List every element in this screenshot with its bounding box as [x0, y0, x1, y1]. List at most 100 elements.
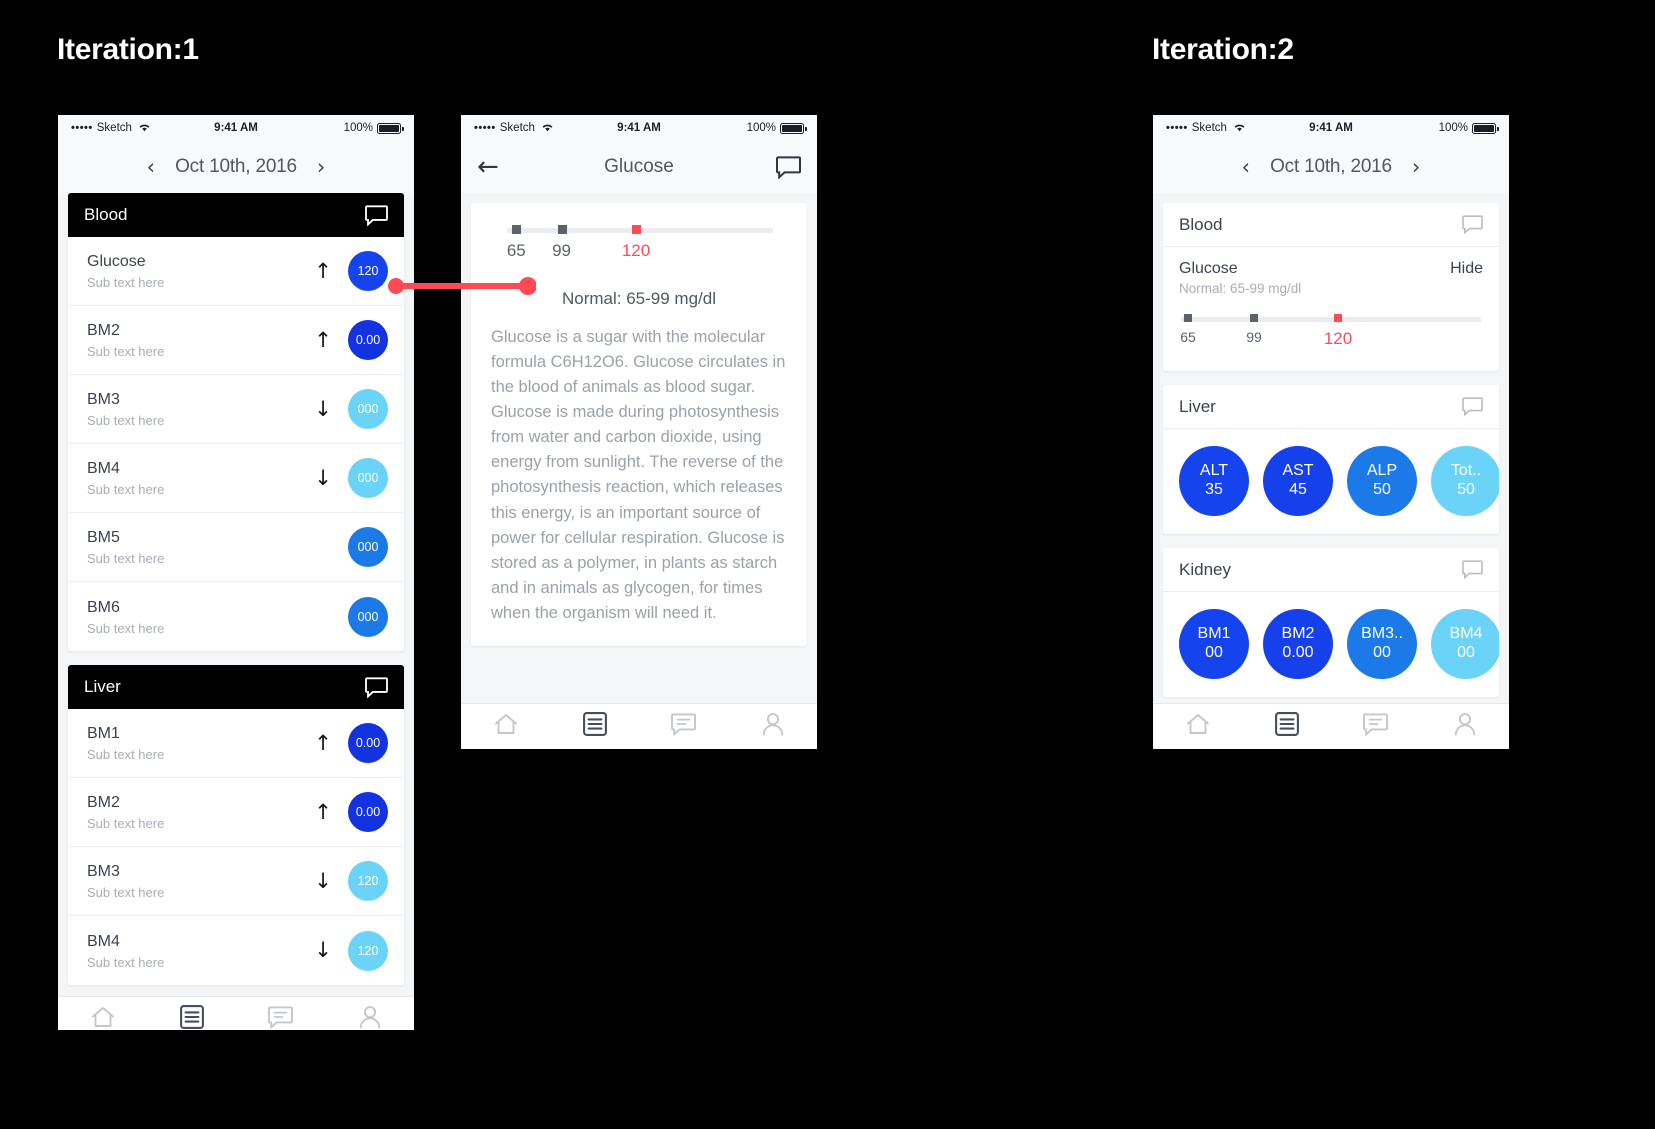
- chat-icon: [1363, 712, 1388, 741]
- value-badge[interactable]: 000: [348, 389, 388, 429]
- bottom-tab-bar[interactable]: [58, 996, 414, 1030]
- value-badge[interactable]: 0.00: [348, 320, 388, 360]
- bubble-row[interactable]: BM1 00 BM2 0.00 BM3.. 00 BM4 00: [1179, 605, 1499, 681]
- prev-day-button[interactable]: ‹: [147, 156, 155, 178]
- trend-up-icon: ↑: [314, 799, 332, 824]
- biomarker-bubble[interactable]: BM2 0.00: [1263, 609, 1333, 679]
- table-row[interactable]: Glucose Sub text here ↑ 120: [68, 237, 404, 306]
- back-arrow-icon[interactable]: ←: [477, 154, 499, 180]
- tab-chat[interactable]: [1331, 712, 1420, 741]
- glucose-badge[interactable]: 120: [348, 251, 388, 291]
- tab-person[interactable]: [325, 1005, 414, 1030]
- tab-home[interactable]: [58, 1005, 147, 1030]
- value-badge[interactable]: 0.00: [348, 723, 388, 763]
- table-row[interactable]: BM3 Sub text here ↓ 120: [68, 847, 404, 916]
- tab-chat[interactable]: [236, 1005, 325, 1031]
- signal-dots-icon: •••••: [71, 122, 93, 134]
- group-header-blood[interactable]: Blood: [68, 193, 404, 237]
- next-day-button[interactable]: ›: [1412, 156, 1420, 178]
- table-row[interactable]: BM6Sub text here↑000: [68, 582, 404, 651]
- bottom-tab-bar[interactable]: [461, 703, 817, 749]
- row-subtext: Sub text here: [87, 816, 165, 831]
- table-row[interactable]: BM5Sub text here↑000: [68, 513, 404, 582]
- card-body: BM1 00 BM2 0.00 BM3.. 00 BM4 00: [1163, 592, 1499, 697]
- bubble-name: BM4: [1449, 625, 1483, 643]
- biomarker-bubble[interactable]: BM3.. 00: [1347, 609, 1417, 679]
- meter-tick-120: [1334, 314, 1342, 322]
- row-texts: BM3 Sub text here: [87, 390, 310, 428]
- meter-tick-99: [557, 225, 567, 234]
- row-title: BM6: [87, 598, 120, 616]
- detail-scroll-area[interactable]: 65 99 120 Normal: 65-99 mg/dl Glucose is a…: [461, 193, 817, 703]
- status-bar: ••••• Sketch 9:41 AM 100%: [461, 115, 817, 141]
- current-date-label[interactable]: Oct 10th, 2016: [175, 156, 297, 178]
- tab-list[interactable]: [1242, 712, 1331, 741]
- tab-list[interactable]: [550, 712, 639, 741]
- page-title: Glucose: [604, 156, 674, 177]
- value-badge[interactable]: 000: [348, 458, 388, 498]
- bottom-tab-bar[interactable]: [1153, 703, 1509, 749]
- chat-bubble-icon[interactable]: [365, 676, 388, 698]
- value-badge[interactable]: 000: [348, 527, 388, 567]
- value-badge[interactable]: 120: [348, 861, 388, 901]
- tab-home[interactable]: [461, 712, 550, 741]
- row-subtext: Sub text here: [87, 413, 165, 428]
- meter-label-65: 65: [1180, 329, 1196, 345]
- chat-bubble-icon[interactable]: [365, 204, 388, 226]
- biomarker-bubble[interactable]: BM1 00: [1179, 609, 1249, 679]
- date-navigation-bar: ‹ Oct 10th, 2016 ›: [1153, 141, 1509, 193]
- row-texts: BM5 Sub text here: [87, 528, 310, 566]
- tab-chat[interactable]: [639, 712, 728, 741]
- value-badge[interactable]: 000: [348, 596, 388, 637]
- person-icon: [1453, 712, 1477, 741]
- biomarker-bubble[interactable]: Tot.. 50: [1431, 446, 1499, 516]
- tab-person[interactable]: [728, 712, 817, 741]
- value-badge[interactable]: 0.00: [348, 792, 388, 832]
- biomarker-bubble[interactable]: ALT 35: [1179, 446, 1249, 516]
- organ-card-list[interactable]: Blood Glucose Normal: 65-99 mg/dl Hide 65 99 1…: [1153, 193, 1509, 703]
- clock-label: 9:41 AM: [617, 122, 661, 134]
- row-texts: BM4 Sub text here: [87, 932, 310, 970]
- tab-list[interactable]: [147, 1005, 236, 1030]
- value-badge[interactable]: 120: [348, 930, 388, 971]
- table-row[interactable]: BM3 Sub text here ↓ 000: [68, 375, 404, 444]
- table-row[interactable]: BM4 Sub text here ↓ 000: [68, 444, 404, 513]
- bubble-name: Tot..: [1450, 462, 1482, 480]
- bubble-row[interactable]: ALT 35 AST 45 ALP 50 Tot.. 50: [1179, 442, 1499, 518]
- table-row[interactable]: BM1 Sub text here ↑ 0.00: [68, 709, 404, 778]
- group-header-liver[interactable]: Liver: [68, 665, 404, 709]
- biomarker-bubble[interactable]: AST 45: [1263, 446, 1333, 516]
- tab-person[interactable]: [1420, 712, 1509, 741]
- canvas: Iteration:1 Iteration:2 ••••• Sketch 9:4…: [0, 0, 1655, 1129]
- biomarker-bubble[interactable]: BM4 00: [1431, 609, 1499, 679]
- meter-tick-120: [632, 225, 642, 234]
- hide-button[interactable]: Hide: [1450, 260, 1483, 278]
- biomarker-group-list[interactable]: Blood Glucose Sub text here ↑ 120 BM2 Sub text…: [58, 193, 414, 996]
- battery-percent-label: 100%: [746, 122, 777, 134]
- iteration-2-label: Iteration:2: [1152, 33, 1294, 66]
- chat-bubble-icon[interactable]: [1462, 560, 1483, 579]
- card-title: Blood: [1179, 214, 1223, 234]
- battery-icon: [780, 122, 807, 134]
- card-header[interactable]: Kidney: [1163, 548, 1499, 592]
- table-row[interactable]: BM2 Sub text here ↑ 0.00: [68, 778, 404, 847]
- biomarker-texts: Glucose Normal: 65-99 mg/dl: [1179, 260, 1301, 296]
- date-navigation-bar: ‹ Oct 10th, 2016 ›: [58, 141, 414, 193]
- bubble-value: 50: [1373, 481, 1391, 498]
- row-title: BM4: [87, 460, 120, 477]
- prev-day-button[interactable]: ‹: [1242, 156, 1250, 178]
- row-subtext: Sub text here: [87, 747, 165, 762]
- tab-home[interactable]: [1153, 712, 1242, 741]
- table-row[interactable]: BM2 Sub text here ↑ 0.00: [68, 306, 404, 375]
- chat-bubble-icon[interactable]: [1462, 397, 1483, 416]
- card-header[interactable]: Blood: [1163, 203, 1499, 247]
- bubble-name: BM3..: [1361, 625, 1403, 643]
- next-day-button[interactable]: ›: [317, 156, 325, 178]
- card-header[interactable]: Liver: [1163, 385, 1499, 429]
- chat-bubble-icon[interactable]: [1462, 215, 1483, 234]
- current-date-label[interactable]: Oct 10th, 2016: [1270, 156, 1392, 178]
- table-row[interactable]: BM4 Sub text here ↓ 120: [68, 916, 404, 985]
- biomarker-bubble[interactable]: ALP 50: [1347, 446, 1417, 516]
- row-subtext: Sub text here: [87, 344, 165, 359]
- chat-bubble-icon[interactable]: [776, 155, 801, 179]
